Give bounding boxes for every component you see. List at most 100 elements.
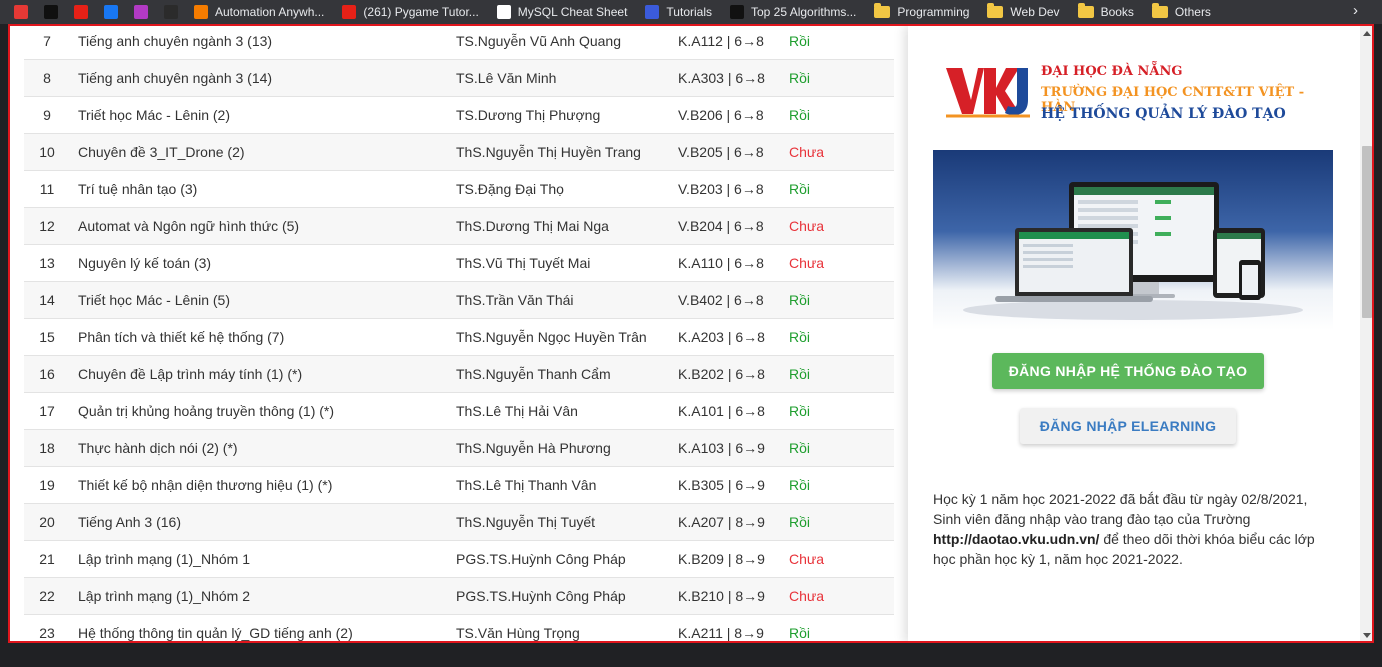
- notice-text-before: Học kỳ 1 năm học 2021-2022 đã bắt đầu từ…: [933, 491, 1308, 527]
- status-text: Chưa: [789, 551, 825, 567]
- bookmark-favicon-icon: [104, 5, 118, 19]
- teacher-name: ThS.Nguyễn Thị Huyền Trang: [456, 144, 641, 160]
- bookmark-item[interactable]: [134, 5, 148, 19]
- scroll-up-icon[interactable]: [1363, 31, 1371, 36]
- status-text: Rồi: [789, 366, 811, 382]
- course-name: Triết học Mác - Lênin (2): [78, 107, 230, 123]
- scroll-down-icon[interactable]: [1363, 633, 1371, 638]
- login-elearning-button[interactable]: ĐĂNG NHẬP ELEARNING: [1020, 408, 1236, 444]
- course-name: Nguyên lý kế toán (3): [78, 255, 212, 271]
- table-row: 13 Nguyên lý kế toán (3) ThS.Vũ Thị Tuyết …: [24, 244, 894, 281]
- bookmark-item[interactable]: [104, 5, 118, 19]
- bookmark-item[interactable]: [74, 5, 88, 19]
- bookmark-favicon-icon: [496, 5, 511, 19]
- bookmark-item[interactable]: Others: [1151, 3, 1211, 19]
- bookmark-item[interactable]: Web Dev: [987, 3, 1060, 19]
- course-name: Trí tuệ nhân tạo (3): [78, 181, 198, 197]
- room-and-period: K.B210 | 8→9: [678, 588, 765, 604]
- table-row: 11 Trí tuệ nhân tạo (3) TS.Đặng Đại Thọ V.B…: [24, 170, 894, 207]
- bookmark-favicon-icon: [164, 5, 178, 19]
- bookmark-item[interactable]: MySQL Cheat Sheet: [496, 5, 628, 19]
- bookmark-label: Books: [1100, 5, 1134, 19]
- room-and-period: K.A101 | 6→8: [678, 403, 765, 419]
- teacher-name: TS.Văn Hùng Trọng: [456, 625, 580, 641]
- course-name: Lập trình mạng (1)_Nhóm 2: [78, 588, 250, 604]
- bookmark-item[interactable]: (261) Pygame Tutor...: [342, 5, 479, 19]
- notice-link[interactable]: http://daotao.vku.udn.vn/: [933, 531, 1099, 547]
- row-number: 17: [39, 403, 55, 419]
- bottom-strip: [0, 645, 1382, 667]
- bookmark-favicon-icon: [14, 5, 28, 19]
- room-and-period: K.A207 | 8→9: [678, 514, 765, 530]
- course-name: Chuyên đề 3_IT_Drone (2): [78, 144, 245, 160]
- bookmark-item[interactable]: [14, 5, 28, 19]
- bookmark-label: Tutorials: [666, 5, 712, 19]
- logo-university-line: ĐẠI HỌC ĐÀ NẴNG: [1041, 64, 1183, 79]
- bookmarks-more-icon[interactable]: ›: [1353, 2, 1358, 19]
- room-and-period: V.B203 | 6→8: [678, 181, 764, 197]
- bookmark-item[interactable]: Tutorials: [645, 5, 712, 19]
- teacher-name: ThS.Lê Thị Hải Vân: [456, 403, 578, 419]
- room-and-period: V.B206 | 6→8: [678, 107, 764, 123]
- bookmark-favicon-icon: [645, 5, 660, 19]
- course-name: Chuyên đề Lập trình máy tính (1) (*): [78, 366, 303, 382]
- status-text: Rồi: [789, 33, 811, 49]
- row-number: 22: [39, 588, 55, 604]
- teacher-name: ThS.Nguyễn Ngọc Huyền Trân: [456, 329, 647, 345]
- scroll-thumb[interactable]: [1362, 146, 1372, 318]
- bookmark-item[interactable]: [44, 5, 58, 19]
- page-scrollbar[interactable]: [1360, 26, 1372, 641]
- logo-system-line: HỆ THỐNG QUẢN LÝ ĐÀO TẠO: [1041, 106, 1286, 122]
- course-name: Hệ thống thông tin quản lý_GD tiếng anh …: [78, 625, 353, 641]
- course-name: Phân tích và thiết kế hệ thống (7): [78, 329, 285, 345]
- status-text: Rồi: [789, 181, 811, 197]
- row-number: 19: [39, 477, 55, 493]
- table-row: 21 Lập trình mạng (1)_Nhóm 1 PGS.TS.Huỳnh …: [24, 540, 894, 577]
- row-number: 12: [39, 218, 55, 234]
- bookmark-item[interactable]: Top 25 Algorithms...: [730, 5, 856, 19]
- bookmark-label: MySQL Cheat Sheet: [517, 5, 628, 19]
- room-and-period: K.A211 | 8→9: [678, 625, 764, 641]
- status-text: Rồi: [789, 107, 811, 123]
- teacher-name: ThS.Nguyễn Hà Phương: [456, 440, 611, 456]
- schedule-table: 7 Tiếng anh chuyên ngành 3 (13) TS.Nguyễn …: [24, 26, 894, 641]
- status-text: Rồi: [789, 329, 811, 345]
- status-text: Rồi: [789, 625, 811, 641]
- row-number: 10: [39, 144, 55, 160]
- semester-notice: Học kỳ 1 năm học 2021-2022 đã bắt đầu từ…: [933, 489, 1338, 569]
- teacher-name: ThS.Trần Văn Thái: [456, 292, 574, 308]
- bookmark-label: Others: [1174, 5, 1211, 19]
- status-text: Rồi: [789, 514, 811, 530]
- login-training-button[interactable]: ĐĂNG NHẬP HỆ THỐNG ĐÀO TẠO: [992, 353, 1264, 389]
- bookmark-item[interactable]: Programming: [874, 3, 969, 19]
- folder-icon: [1077, 3, 1094, 18]
- row-number: 21: [39, 551, 55, 567]
- teacher-name: ThS.Vũ Thị Tuyết Mai: [456, 255, 591, 271]
- login-panel: ĐẠI HỌC ĐÀ NẴNG TRƯỜNG ĐẠI HỌC CNTT&TT V…: [908, 26, 1360, 641]
- row-number: 18: [39, 440, 55, 456]
- bookmark-item[interactable]: [164, 5, 178, 19]
- teacher-name: PGS.TS.Huỳnh Công Pháp: [456, 551, 626, 567]
- status-text: Rồi: [789, 403, 811, 419]
- room-and-period: K.A203 | 6→8: [678, 329, 765, 345]
- bookmark-favicon-icon: [730, 5, 744, 19]
- table-row: 15 Phân tích và thiết kế hệ thống (7) ThS.…: [24, 318, 894, 355]
- row-number: 7: [43, 33, 51, 49]
- table-row: 19 Thiết kế bộ nhận diện thương hiệu (1) …: [24, 466, 894, 503]
- bookmark-favicon-icon: [342, 5, 357, 19]
- bookmark-item[interactable]: Automation Anywh...: [194, 5, 324, 19]
- table-row: 14 Triết học Mác - Lênin (5) ThS.Trần Văn …: [24, 281, 894, 318]
- course-name: Thực hành dịch nói (2) (*): [78, 440, 238, 456]
- bookmark-label: Automation Anywh...: [215, 5, 325, 19]
- bookmark-item[interactable]: Books: [1077, 3, 1134, 19]
- page-viewport: 7 Tiếng anh chuyên ngành 3 (13) TS.Nguyễn …: [8, 24, 1374, 643]
- status-text: Chưa: [789, 144, 825, 160]
- row-number: 8: [43, 70, 51, 86]
- table-row: 20 Tiếng Anh 3 (16) ThS.Nguyễn Thị Tuyết K.…: [24, 503, 894, 540]
- room-and-period: K.B209 | 8→9: [678, 551, 765, 567]
- table-row: 12 Automat và Ngôn ngữ hình thức (5) ThS.D…: [24, 207, 894, 244]
- table-row: 9 Triết học Mác - Lênin (2) TS.Dương Thị P…: [24, 96, 894, 133]
- teacher-name: TS.Dương Thị Phượng: [456, 107, 601, 123]
- course-name: Quản trị khủng hoảng truyền thông (1) (*…: [78, 403, 335, 419]
- row-number: 13: [39, 255, 55, 271]
